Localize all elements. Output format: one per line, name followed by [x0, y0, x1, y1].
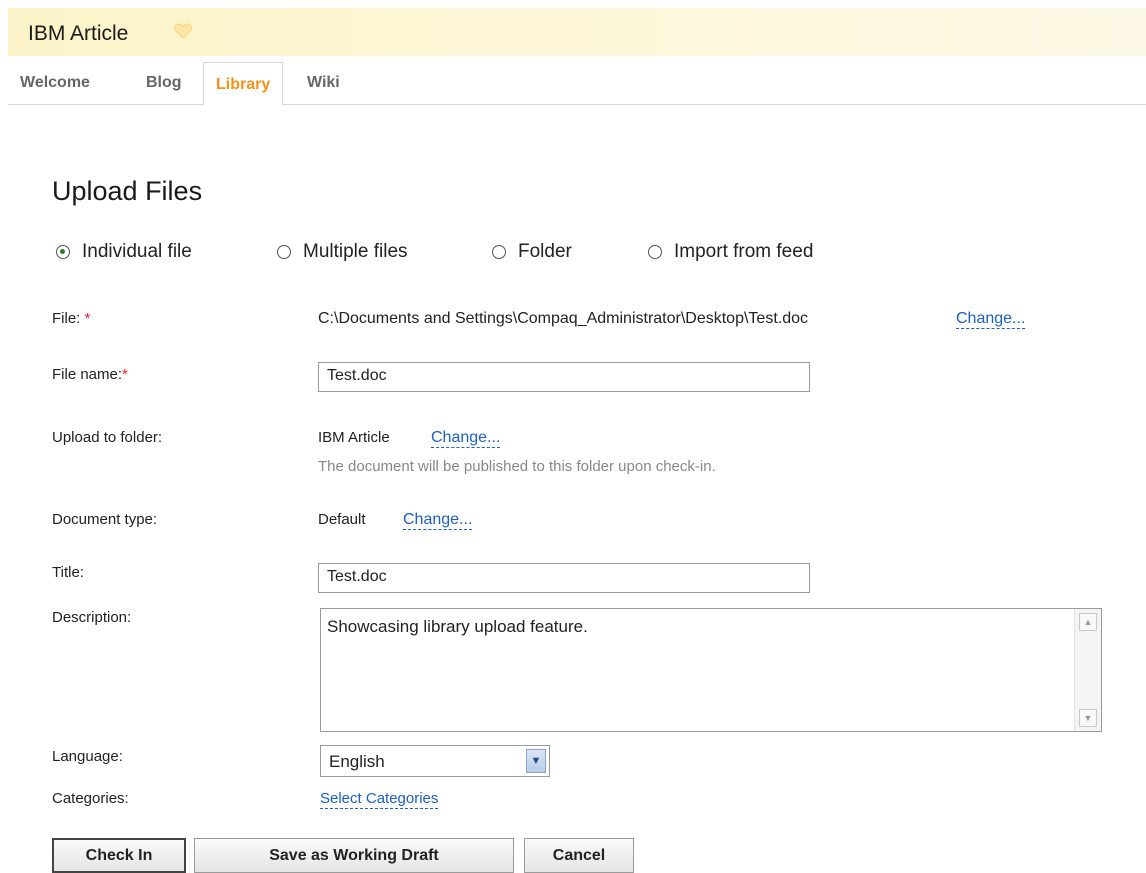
- description-label: Description:: [52, 609, 132, 626]
- file-name-label: File name:*: [52, 366, 128, 383]
- page-title: Upload Files: [52, 176, 203, 206]
- radio-label: Folder: [518, 241, 572, 262]
- change-file-link[interactable]: Change...: [956, 310, 1026, 329]
- file-name-input[interactable]: Test.doc: [318, 362, 810, 392]
- app-header: IBM Article: [8, 8, 1146, 56]
- scroll-down-icon[interactable]: ▼: [1079, 709, 1097, 727]
- required-mark: *: [84, 310, 91, 327]
- radio-folder[interactable]: Folder: [492, 241, 572, 263]
- description-textarea[interactable]: Showcasing library upload feature. ▲ ▼: [320, 608, 1102, 732]
- radio-icon: [277, 245, 291, 259]
- file-path: C:\Documents and Settings\Compaq_Adminis…: [318, 310, 809, 327]
- check-in-button[interactable]: Check In: [52, 838, 186, 873]
- chevron-down-icon[interactable]: ▼: [526, 749, 546, 773]
- radio-label: Multiple files: [303, 241, 408, 262]
- radio-selected-icon: [56, 245, 70, 259]
- save-draft-button[interactable]: Save as Working Draft: [194, 838, 514, 873]
- heart-icon[interactable]: [174, 23, 192, 44]
- radio-import-from-feed[interactable]: Import from feed: [648, 241, 813, 263]
- required-mark: *: [122, 366, 128, 383]
- description-text: Showcasing library upload feature.: [327, 617, 588, 636]
- file-label: File: *: [52, 310, 91, 327]
- tab-wiki[interactable]: Wiki: [307, 74, 340, 92]
- language-label: Language:: [52, 748, 123, 765]
- radio-individual-file[interactable]: Individual file: [56, 241, 192, 263]
- document-type-label: Document type:: [52, 511, 158, 528]
- select-categories-link[interactable]: Select Categories: [320, 790, 439, 809]
- cancel-button[interactable]: Cancel: [524, 838, 634, 873]
- app-title: IBM Article: [28, 22, 129, 45]
- radio-label: Import from feed: [674, 241, 814, 262]
- language-select[interactable]: English ▼: [320, 745, 550, 777]
- radio-multiple-files[interactable]: Multiple files: [277, 241, 408, 263]
- nav-tabs: Welcome Blog Library Wiki: [8, 62, 1146, 106]
- upload-folder-label: Upload to folder:: [52, 429, 163, 446]
- change-folder-link[interactable]: Change...: [431, 429, 501, 448]
- tab-welcome[interactable]: Welcome: [20, 74, 90, 92]
- vertical-scrollbar[interactable]: ▲ ▼: [1074, 609, 1101, 731]
- document-type-value: Default: [318, 511, 366, 528]
- radio-icon: [492, 245, 506, 259]
- language-value: English: [329, 752, 385, 771]
- tab-blog[interactable]: Blog: [146, 74, 182, 92]
- title-input[interactable]: Test.doc: [318, 563, 810, 593]
- folder-name: IBM Article: [318, 429, 390, 446]
- radio-icon: [648, 245, 662, 259]
- tab-library[interactable]: Library: [203, 62, 284, 106]
- radio-label: Individual file: [82, 241, 192, 262]
- scroll-up-icon[interactable]: ▲: [1079, 613, 1097, 631]
- title-label: Title:: [52, 564, 84, 581]
- categories-label: Categories:: [52, 790, 129, 807]
- change-document-type-link[interactable]: Change...: [403, 511, 473, 530]
- folder-hint: The document will be published to this f…: [318, 458, 716, 475]
